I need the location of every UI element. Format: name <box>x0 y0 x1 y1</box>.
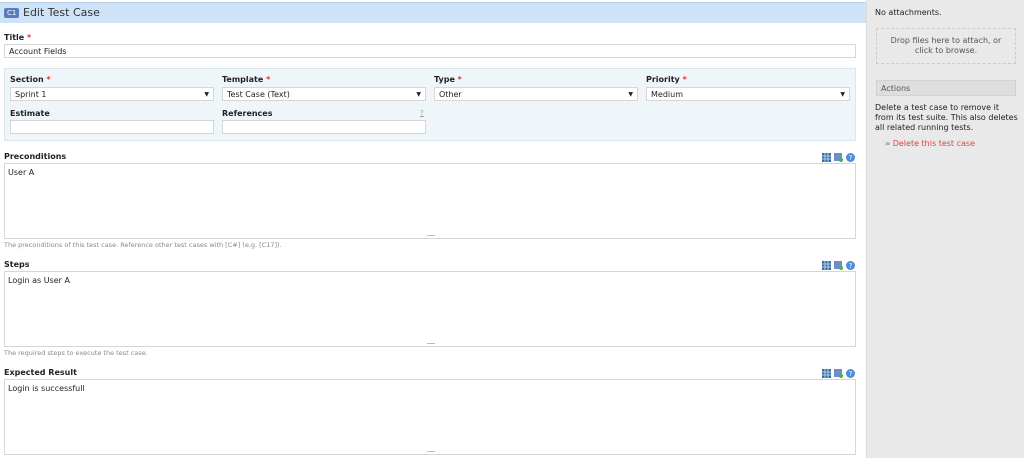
references-label: References <box>222 109 273 118</box>
expected-toolbar: ? <box>822 369 855 378</box>
steps-textarea[interactable]: Login as User A <box>4 271 856 347</box>
help-icon[interactable]: ? <box>846 153 855 162</box>
case-id-badge: C1 <box>4 8 20 18</box>
delete-test-case-link[interactable]: Delete this test case <box>893 139 975 148</box>
steps-label: Steps <box>4 260 30 269</box>
image-icon[interactable] <box>834 153 843 162</box>
section-select[interactable]: Sprint 1 <box>10 87 214 101</box>
template-select[interactable]: Test Case (Text) <box>222 87 426 101</box>
references-help-link[interactable]: ? <box>420 109 424 117</box>
table-icon[interactable] <box>822 261 831 270</box>
preconditions-hint: The preconditions of this test case. Ref… <box>4 241 282 249</box>
resize-handle[interactable] <box>427 343 435 344</box>
image-icon[interactable] <box>834 261 843 270</box>
steps-hint: The required steps to execute the test c… <box>4 349 148 357</box>
preconditions-toolbar: ? <box>822 153 855 162</box>
title-input[interactable]: Account Fields <box>4 44 856 58</box>
main-content: C1 Edit Test Case Title * Account Fields… <box>0 0 866 458</box>
image-icon[interactable] <box>834 369 843 378</box>
actions-description: Delete a test case to remove it from its… <box>875 103 1018 132</box>
preconditions-textarea[interactable]: User A <box>4 163 856 239</box>
table-icon[interactable] <box>822 153 831 162</box>
estimate-label: Estimate <box>10 109 50 118</box>
steps-toolbar: ? <box>822 261 855 270</box>
actions-header: Actions <box>876 80 1016 96</box>
section-label: Section * <box>10 75 51 84</box>
sidebar: No attachments. Drop files here to attac… <box>866 0 1024 458</box>
resize-handle[interactable] <box>427 235 435 236</box>
page-header: C1 Edit Test Case <box>0 2 866 23</box>
svg-text:?: ? <box>849 370 853 378</box>
page-title: Edit Test Case <box>23 6 100 19</box>
type-label: Type * <box>434 75 462 84</box>
expected-result-label: Expected Result <box>4 368 77 377</box>
preconditions-label: Preconditions <box>4 152 67 161</box>
references-input[interactable] <box>222 120 426 134</box>
type-select[interactable]: Other <box>434 87 638 101</box>
help-icon[interactable]: ? <box>846 261 855 270</box>
help-icon[interactable]: ? <box>846 369 855 378</box>
no-attachments-text: No attachments. <box>875 8 942 17</box>
svg-text:?: ? <box>849 154 853 162</box>
template-label: Template * <box>222 75 271 84</box>
resize-handle[interactable] <box>427 451 435 452</box>
priority-select[interactable]: Medium <box>646 87 850 101</box>
priority-label: Priority * <box>646 75 687 84</box>
estimate-input[interactable] <box>10 120 214 134</box>
expected-result-textarea[interactable]: Login is successfull <box>4 379 856 455</box>
svg-text:?: ? <box>849 262 853 270</box>
bullet-icon: » <box>885 139 891 148</box>
delete-action: » Delete this test case <box>885 139 975 148</box>
table-icon[interactable] <box>822 369 831 378</box>
attachment-drop-zone[interactable]: Drop files here to attach, or click to b… <box>876 28 1016 64</box>
title-label: Title * <box>4 33 32 42</box>
